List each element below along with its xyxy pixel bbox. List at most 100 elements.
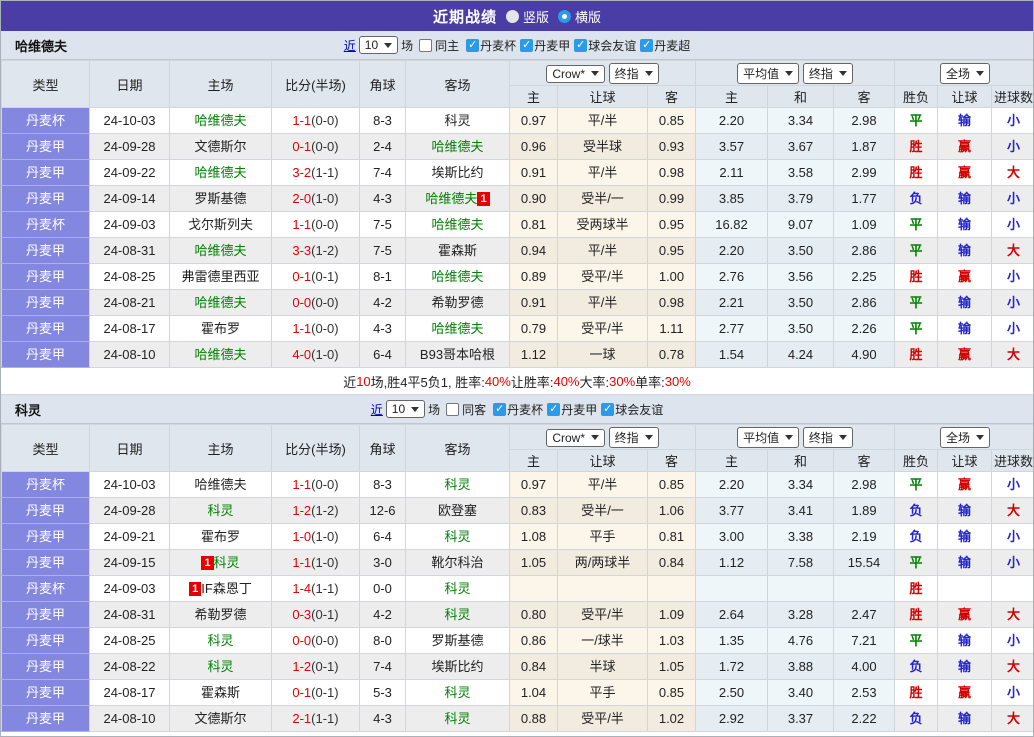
avg-draw-cell: 3.79 [767, 185, 834, 212]
record-summary: 近10场,胜3平3负4, 胜率:30% 让胜率:33.3% 大率:44.4% 单… [1, 732, 1033, 736]
layout-option-horizontal[interactable]: 横版 [558, 7, 601, 26]
avg-stage-select[interactable]: 终指 [802, 426, 853, 448]
radio-icon[interactable] [505, 9, 519, 23]
away-team-name[interactable]: 哈维德夫 [431, 139, 483, 154]
home-team-name[interactable]: 哈维德夫 [194, 243, 246, 258]
home-team-name[interactable]: 哈维德夫 [194, 347, 246, 362]
result-outcome-cell: 胜 [894, 679, 939, 706]
near-link[interactable]: 近 [344, 37, 356, 54]
away-team-name[interactable]: 科灵 [444, 685, 470, 700]
col-home: 主场 [169, 60, 272, 108]
home-team-name[interactable]: 哈维德夫 [194, 165, 246, 180]
away-team-name[interactable]: 埃斯比约 [431, 659, 483, 674]
league-checkbox[interactable] [574, 38, 588, 52]
odds-handicap-cell: 平/半 [557, 107, 648, 134]
same-venue-checkbox[interactable] [419, 38, 433, 52]
avg-select[interactable]: 平均值 [737, 62, 800, 84]
col-result-outcome: 胜负 [894, 85, 939, 108]
home-team-name[interactable]: 哈维德夫 [194, 295, 246, 310]
match-count-select[interactable]: 10 [385, 400, 426, 418]
match-row: 丹麦甲 24-09-28 科灵 1-2(1-2) 12-6 欧登塞 0.83 受半/一 1.06… [1, 497, 1033, 524]
away-team-name[interactable]: 科灵 [444, 113, 470, 128]
period-select[interactable]: 全场 [940, 426, 991, 448]
home-team-name[interactable]: 希勒罗德 [194, 607, 246, 622]
away-team-name[interactable]: 希勒罗德 [431, 295, 483, 310]
odds-stage-select[interactable]: 终指 [608, 426, 659, 448]
away-team-name[interactable]: 哈维德夫 [425, 191, 477, 206]
avg-away-cell: 1.77 [832, 185, 896, 212]
away-team-name[interactable]: 哈维德夫 [431, 217, 483, 232]
period-select[interactable]: 全场 [940, 62, 991, 84]
avg-home-cell: 2.77 [695, 315, 768, 342]
away-team-name[interactable]: 哈维德夫 [431, 321, 483, 336]
home-team-name[interactable]: 哈维德夫 [194, 477, 246, 492]
home-team-name[interactable]: 罗斯基德 [194, 191, 246, 206]
away-team-name[interactable]: 罗斯基德 [431, 633, 483, 648]
league-checkbox[interactable] [547, 402, 561, 416]
away-team-name[interactable]: 科灵 [444, 711, 470, 726]
home-team-name[interactable]: 科灵 [207, 503, 233, 518]
odds-away-cell: 1.06 [647, 497, 696, 524]
home-team-name[interactable]: 文德斯尔 [194, 139, 246, 154]
same-venue-checkbox[interactable] [446, 402, 460, 416]
away-team-name[interactable]: 科灵 [444, 477, 470, 492]
fulltime-score: 1-1 [292, 321, 312, 336]
league-checkbox[interactable] [493, 402, 507, 416]
home-team-name[interactable]: 戈尔斯列夫 [188, 217, 253, 232]
fulltime-score: 4-0 [292, 347, 312, 362]
home-team-name[interactable]: IF森恩丁 [201, 581, 252, 596]
bookmaker-select[interactable]: Crow* [546, 64, 606, 83]
home-team-cell: 哈维德夫 [169, 237, 272, 264]
avg-select[interactable]: 平均值 [737, 426, 800, 448]
result-outcome-cell: 平 [894, 289, 939, 316]
summary-segment: 让胜率: [510, 374, 554, 390]
away-team-name[interactable]: 埃斯比约 [431, 165, 483, 180]
league-checkbox[interactable] [640, 38, 654, 52]
halftime-score: (0-0) [311, 321, 339, 336]
away-team-name[interactable]: 科灵 [444, 607, 470, 622]
col-odds-handicap: 让球 [557, 449, 648, 472]
away-team-name[interactable]: B93哥本哈根 [420, 347, 495, 362]
home-team-name[interactable]: 霍布罗 [201, 321, 240, 336]
league-checkbox[interactable] [520, 38, 534, 52]
home-team-name[interactable]: 霍布罗 [201, 529, 240, 544]
odds-home-cell: 0.89 [509, 263, 558, 290]
home-team-name[interactable]: 科灵 [207, 659, 233, 674]
away-team-name[interactable]: 靴尔科治 [431, 555, 483, 570]
home-team-name[interactable]: 文德斯尔 [194, 711, 246, 726]
team-section-header: 科灵 近 10 场 同客 丹麦杯 丹麦甲 球会友谊 [1, 395, 1033, 424]
home-team-name[interactable]: 哈维德夫 [194, 113, 246, 128]
league-checkbox[interactable] [601, 402, 615, 416]
match-count-select[interactable]: 10 [358, 36, 399, 54]
bookmaker-select[interactable]: Crow* [546, 428, 606, 447]
corner-cell: 2-4 [359, 133, 406, 160]
games-label: 场 [401, 38, 414, 53]
layout-option-vertical[interactable]: 竖版 [505, 7, 549, 26]
score-cell: 1-2(1-2) [271, 497, 360, 524]
result-outcome-cell: 胜 [894, 263, 939, 290]
avg-away-cell: 1.89 [832, 497, 896, 524]
radio-selected-icon[interactable] [558, 9, 571, 23]
result-handicap-cell: 输 [937, 549, 993, 576]
away-team-name[interactable]: 科灵 [444, 529, 470, 544]
away-team-name[interactable]: 科灵 [444, 581, 470, 596]
away-team-name[interactable]: 哈维德夫 [431, 269, 483, 284]
result-outcome-cell: 负 [894, 523, 939, 550]
near-link[interactable]: 近 [371, 401, 383, 418]
league-type-cell: 丹麦杯 [1, 211, 90, 238]
away-team-name[interactable]: 欧登塞 [438, 503, 477, 518]
home-team-name[interactable]: 霍森斯 [201, 685, 240, 700]
table-header: 类型 日期 主场 比分(半场) 角球 客场 Crow* 终指 平均值 终指 全场 [1, 60, 1033, 108]
avg-stage-select[interactable]: 终指 [802, 62, 853, 84]
summary-segment: 10 [356, 373, 371, 389]
chevron-down-icon [644, 70, 653, 76]
score-cell: 1-1(0-0) [271, 471, 360, 498]
avg-home-cell: 2.20 [695, 237, 768, 264]
away-team-name[interactable]: 霍森斯 [438, 243, 477, 258]
home-team-name[interactable]: 科灵 [214, 555, 240, 570]
home-team-name[interactable]: 弗雷德里西亚 [181, 269, 259, 284]
league-checkbox[interactable] [466, 38, 480, 52]
home-team-name[interactable]: 科灵 [207, 633, 233, 648]
odds-stage-select[interactable]: 终指 [608, 62, 659, 84]
avg-home-cell: 2.20 [695, 107, 768, 134]
